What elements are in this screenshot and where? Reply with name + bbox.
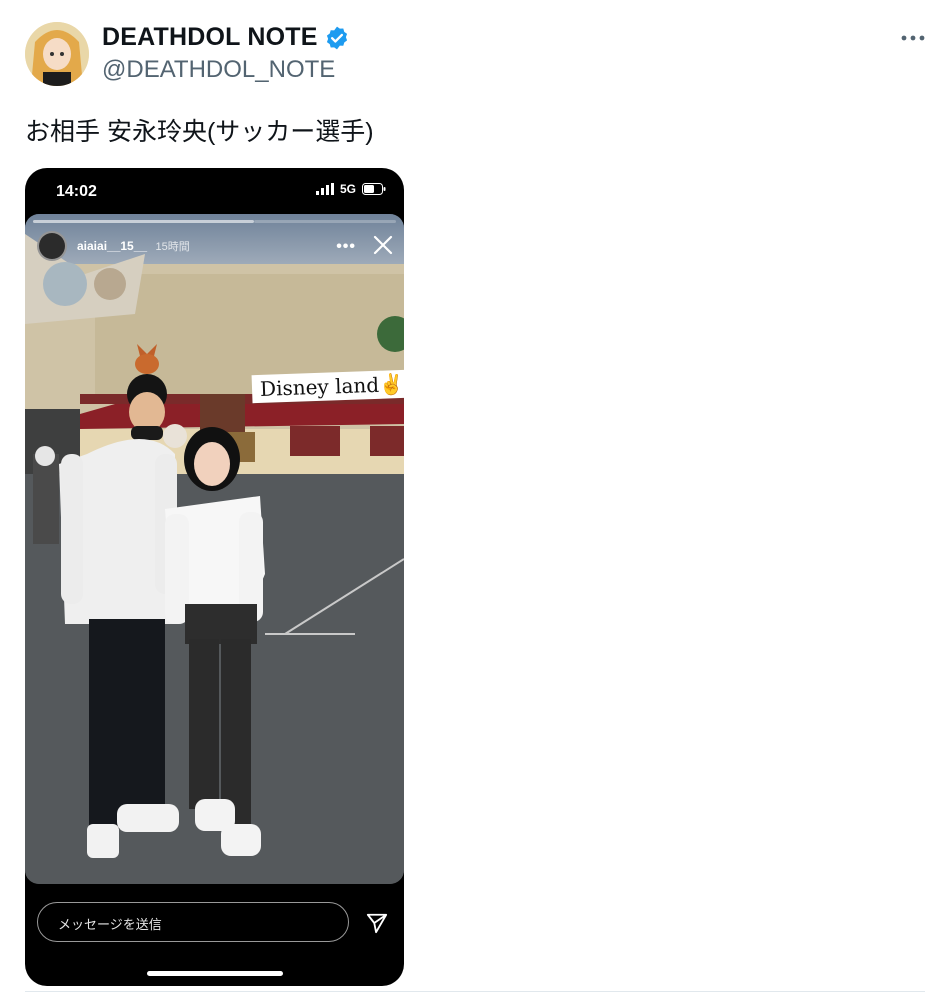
close-icon[interactable] [372,234,394,256]
author-handle[interactable]: @DEATHDOL_NOTE [102,56,335,84]
story-age: 15時間 [155,241,190,253]
more-icon[interactable] [898,26,928,50]
story-avatar[interactable] [37,231,67,261]
author-avatar[interactable] [25,22,89,86]
story-more-icon[interactable]: ••• [336,238,356,256]
story-text-sticker: Disney land✌✌ [251,368,404,404]
status-indicators: 5G [315,182,386,196]
author-display-name[interactable]: DEATHDOL NOTE [102,23,318,52]
author-name-row: DEATHDOL NOTE [102,23,350,52]
tweet: DEATHDOL NOTE @DEATHDOL_NOTE お相手 安永玲央(サッ… [0,0,950,996]
disneyland-photo [25,214,404,884]
network-label: 5G [339,182,356,196]
story-username[interactable]: aiaiai__15__ [77,239,147,253]
avatar-image [25,22,89,86]
tweet-media[interactable]: 14:02 5G aiaiai__15__ 15時間 ••• Disney la… [25,168,404,986]
story-progress [33,220,254,223]
tweet-text: お相手 安永玲央(サッカー選手) [25,118,374,146]
story-progress-remaining [254,220,396,223]
send-icon[interactable] [366,912,388,934]
reply-input[interactable]: メッセージを送信 [37,902,349,942]
story-photo: aiaiai__15__ 15時間 ••• Disney land✌✌ [25,214,404,884]
battery-icon [362,183,386,195]
signal-icon [315,183,334,195]
status-time: 14:02 [56,183,97,200]
home-indicator [147,971,283,976]
story-header: aiaiai__15__ 15時間 [37,231,190,261]
divider [25,991,925,994]
verified-badge-icon [326,26,347,49]
